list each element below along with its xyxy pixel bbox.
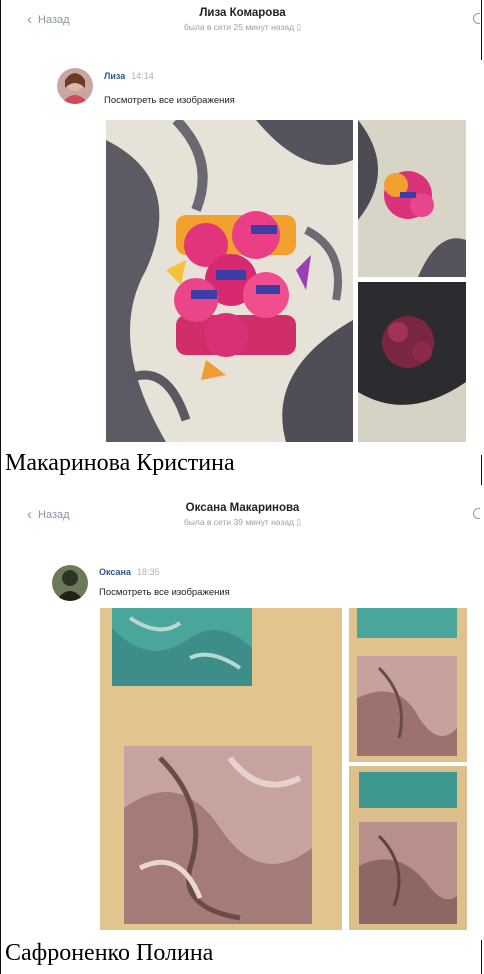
avatar[interactable] <box>57 68 93 104</box>
page-border-right-bottom <box>481 940 482 974</box>
avatar[interactable] <box>52 565 88 601</box>
sender-name[interactable]: Лиза 14:14 <box>104 71 154 81</box>
photo-fluid-art-small-1[interactable] <box>349 608 467 762</box>
chat-status: была в сети 39 минут назад ▯ <box>183 517 302 527</box>
chat-header: ‹ Назад Лиза Комарова была в сети 25 мину… <box>5 0 480 40</box>
page-border-right-top <box>481 0 482 60</box>
chat-screenshot-1: ‹ Назад Лиза Комарова была в сети 25 мину… <box>5 0 480 448</box>
sender-name[interactable]: Оксана 18:35 <box>99 567 159 577</box>
message-time: 14:14 <box>131 71 154 81</box>
caption-student-name: Макаринова Кристина <box>5 450 235 476</box>
chat-status: была в сети 25 минут назад ▯ <box>183 22 302 32</box>
see-all-images-link[interactable]: Посмотреть все изображения <box>104 95 235 106</box>
search-icon[interactable] <box>473 13 480 24</box>
see-all-images-link[interactable]: Посмотреть все изображения <box>99 587 230 598</box>
page-border-right-mid <box>481 455 482 485</box>
photo-candy-bouquet-small-1[interactable] <box>358 120 466 277</box>
photo-fluid-art-paintings[interactable] <box>100 608 342 930</box>
chat-screenshot-2: ‹ Назад Оксана Макаринова была в сети 39 … <box>5 495 480 936</box>
chat-header: ‹ Назад Оксана Макаринова была в сети 39 … <box>5 495 480 535</box>
photo-fluid-art-small-2[interactable] <box>349 766 467 930</box>
chat-title: Лиза Комарова <box>199 7 286 19</box>
caption-student-name: Сафроненко Полина <box>5 940 214 966</box>
photo-candy-bouquet-small-2[interactable] <box>358 282 466 442</box>
phone-icon: ▯ <box>296 517 302 527</box>
phone-icon: ▯ <box>296 22 302 32</box>
message-time: 18:35 <box>136 567 160 577</box>
search-icon[interactable] <box>473 508 480 519</box>
photo-candy-bouquet[interactable] <box>106 120 353 442</box>
page-border-left <box>0 0 1 974</box>
chat-title: Оксана Макаринова <box>185 502 300 514</box>
